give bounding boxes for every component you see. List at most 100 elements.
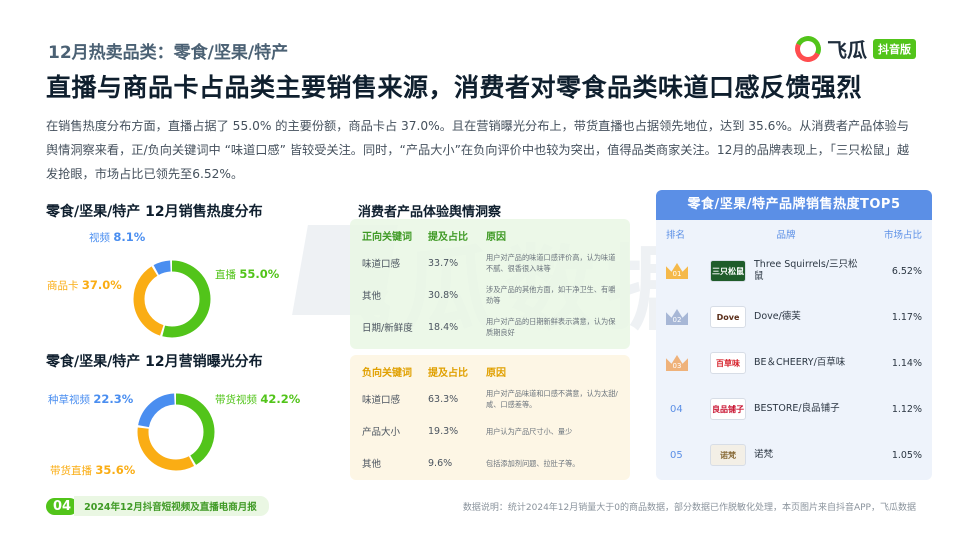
positive-header-reason: 原因 — [486, 232, 506, 243]
share-cell: 18.4% — [428, 321, 459, 333]
negative-header-row: 负向关键词 提及占比 原因 — [350, 355, 630, 383]
share-cell: 19.3% — [428, 425, 459, 437]
table-row: 味道口感 63.3% 用户对产品味道和口感不满意，认为太甜/咸、口感差等。 — [350, 383, 630, 415]
reason-cell: 涉及产品的其他方面，如干净卫生、有嚼劲等 — [486, 285, 616, 305]
reason-cell: 用户对产品的味道口感评价高，认为味道不腻、很香很入味等 — [486, 253, 616, 273]
brand-name: BE＆CHEERY/百草味 — [754, 357, 846, 368]
negative-header-keyword: 负向关键词 — [362, 368, 412, 379]
keyword-cell: 味道口感 — [362, 395, 401, 406]
keyword-cell: 日期/新鲜度 — [362, 323, 413, 334]
keyword-cell: 其他 — [362, 291, 382, 302]
rank-cell: 04 — [666, 404, 710, 415]
brand-name: 诺梵 — [754, 449, 774, 460]
ranking-header-rank: 排名 — [666, 230, 686, 241]
ranking-rows: 01 三只松鼠 Three Squirrels/三只松鼠 6.52% 02 Dove Dov… — [656, 248, 932, 478]
rank-cell: 05 — [666, 450, 710, 461]
reason-cell: 包括添加剂问题、拉肚子等。 — [486, 458, 580, 468]
share-cell: 63.3% — [428, 393, 459, 405]
brand-name: Dove/德芙 — [754, 311, 801, 322]
rank-number: 05 — [670, 449, 683, 461]
sales-label-live-name: 直播 — [215, 269, 236, 281]
sales-label-video: 视频 8.1% — [89, 230, 145, 245]
sales-label-card-name: 商品卡 — [47, 280, 79, 292]
ranking-title: 零食/坚果/特产品牌销售热度TOP5 — [656, 190, 932, 220]
brand-logo-image: 诺梵 — [710, 444, 746, 466]
keyword-cell: 其他 — [362, 459, 382, 470]
share-cell: 33.7% — [428, 257, 459, 269]
exposure-label-seeding-value: 22.3% — [93, 392, 134, 406]
page-headline: 直播与商品卡占品类主要销售来源，消费者对零食品类味道口感反馈强烈 — [46, 73, 863, 102]
sentiment-title: 消费者产品体验舆情洞察 — [358, 205, 502, 220]
table-row: 04 良品铺子 BESTORE/良品铺子 1.12% — [656, 386, 932, 432]
table-row: 味道口感 33.7% 用户对产品的味道口感评价高，认为味道不腻、很香很入味等 — [350, 247, 630, 279]
table-row: 03 百草味 BE＆CHEERY/百草味 1.14% — [656, 340, 932, 386]
brand-logo: 飞瓜 抖音版 — [791, 31, 916, 66]
exposure-label-video: 带货视频 42.2% — [215, 392, 300, 407]
brand-logo-image: 良品铺子 — [710, 398, 746, 420]
exposure-label-live-name: 带货直播 — [50, 465, 92, 477]
sales-label-live: 直播 55.0% — [215, 267, 279, 282]
positive-header-keyword: 正向关键词 — [362, 232, 412, 243]
brand-name: Three Squirrels/三只松鼠 — [754, 259, 858, 282]
negative-sentiment-table: 负向关键词 提及占比 原因 味道口感 63.3% 用户对产品味道和口感不满意，认… — [350, 355, 630, 480]
reason-cell: 用户认为产品尺寸小、量少 — [486, 426, 573, 436]
sales-chart-title: 零食/坚果/特产 12月销售热度分布 — [46, 204, 263, 220]
ranking-header-row: 排名 品牌 市场占比 — [656, 220, 932, 248]
table-row: 01 三只松鼠 Three Squirrels/三只松鼠 6.52% — [656, 248, 932, 294]
table-row: 产品大小 19.3% 用户认为产品尺寸小、量少 — [350, 415, 630, 447]
exposure-label-live: 带货直播 35.6% — [50, 463, 135, 478]
exposure-label-seeding: 种草视频 22.3% — [48, 392, 133, 407]
table-row: 其他 9.6% 包括添加剂问题、拉肚子等。 — [350, 447, 630, 479]
crown-icon: 01 — [666, 263, 688, 279]
brand-logo-image: 三只松鼠 — [710, 260, 746, 282]
sales-label-live-value: 55.0% — [239, 267, 280, 281]
table-row: 02 Dove Dove/德芙 1.17% — [656, 294, 932, 340]
rank-cell: 02 — [666, 309, 710, 325]
negative-header-share: 提及占比 — [428, 368, 468, 379]
section-label: 12月热卖品类：零食/坚果/特产 — [48, 43, 289, 63]
brand-logo-image: Dove — [710, 306, 746, 328]
reason-cell: 用户对产品的日期新鲜表示满意，认为保质期良好 — [486, 317, 616, 337]
table-row: 其他 30.8% 涉及产品的其他方面，如干净卫生、有嚼劲等 — [350, 279, 630, 311]
rank-number: 04 — [670, 403, 683, 415]
melon-logo-icon — [791, 31, 825, 66]
market-share: 1.12% — [891, 403, 922, 415]
negative-header-reason: 原因 — [486, 368, 506, 379]
crown-icon: 02 — [666, 309, 688, 325]
sales-label-video-value: 8.1% — [113, 230, 146, 244]
report-name: 2024年12月抖音短视频及直播电商月报 — [74, 496, 269, 516]
brand-ranking-card: 零食/坚果/特产品牌销售热度TOP5 排名 品牌 市场占比 01 三只松鼠 Thre… — [656, 190, 932, 480]
rank-cell: 01 — [666, 263, 710, 279]
data-footnote: 数据说明：统计2024年12月销量大于0的商品数据，部分数据已作脱敏化处理，本页… — [462, 503, 916, 513]
sales-donut-chart — [133, 260, 211, 338]
keyword-cell: 味道口感 — [362, 259, 401, 270]
reason-cell: 用户对产品味道和口感不满意，认为太甜/咸、口感差等。 — [486, 389, 618, 409]
table-row: 05 诺梵 诺梵 1.05% — [656, 432, 932, 478]
exposure-label-video-value: 42.2% — [260, 392, 301, 406]
exposure-chart-title: 零食/坚果/特产 12月营销曝光分布 — [46, 354, 263, 370]
brand-name: BESTORE/良品铺子 — [754, 403, 840, 414]
logo-name: 飞瓜 — [827, 38, 867, 62]
exposure-label-live-value: 35.6% — [95, 463, 136, 477]
sales-label-video-name: 视频 — [89, 232, 110, 244]
table-row: 日期/新鲜度 18.4% 用户对产品的日期新鲜表示满意，认为保质期良好 — [350, 311, 630, 343]
sales-label-card: 商品卡 37.0% — [47, 278, 122, 293]
keyword-cell: 产品大小 — [362, 427, 401, 438]
rank-cell: 03 — [666, 355, 710, 371]
footer-badge: 04 2024年12月抖音短视频及直播电商月报 — [46, 496, 269, 516]
crown-icon: 03 — [666, 355, 688, 371]
sales-label-card-value: 37.0% — [81, 278, 122, 292]
positive-header-row: 正向关键词 提及占比 原因 — [350, 219, 630, 247]
share-cell: 9.6% — [428, 457, 453, 469]
ranking-header-brand: 品牌 — [776, 230, 796, 241]
positive-header-share: 提及占比 — [428, 232, 468, 243]
ranking-header-share: 市场占比 — [883, 230, 922, 241]
positive-sentiment-table: 正向关键词 提及占比 原因 味道口感 33.7% 用户对产品的味道口感评价高，认… — [350, 219, 630, 349]
market-share: 1.17% — [891, 311, 922, 323]
brand-logo-image: 百草味 — [710, 352, 746, 374]
exposure-label-seeding-name: 种草视频 — [48, 394, 90, 406]
exposure-label-video-name: 带货视频 — [215, 394, 257, 406]
exposure-donut-chart — [137, 393, 215, 471]
market-share: 1.14% — [891, 357, 922, 369]
share-cell: 30.8% — [428, 289, 459, 301]
